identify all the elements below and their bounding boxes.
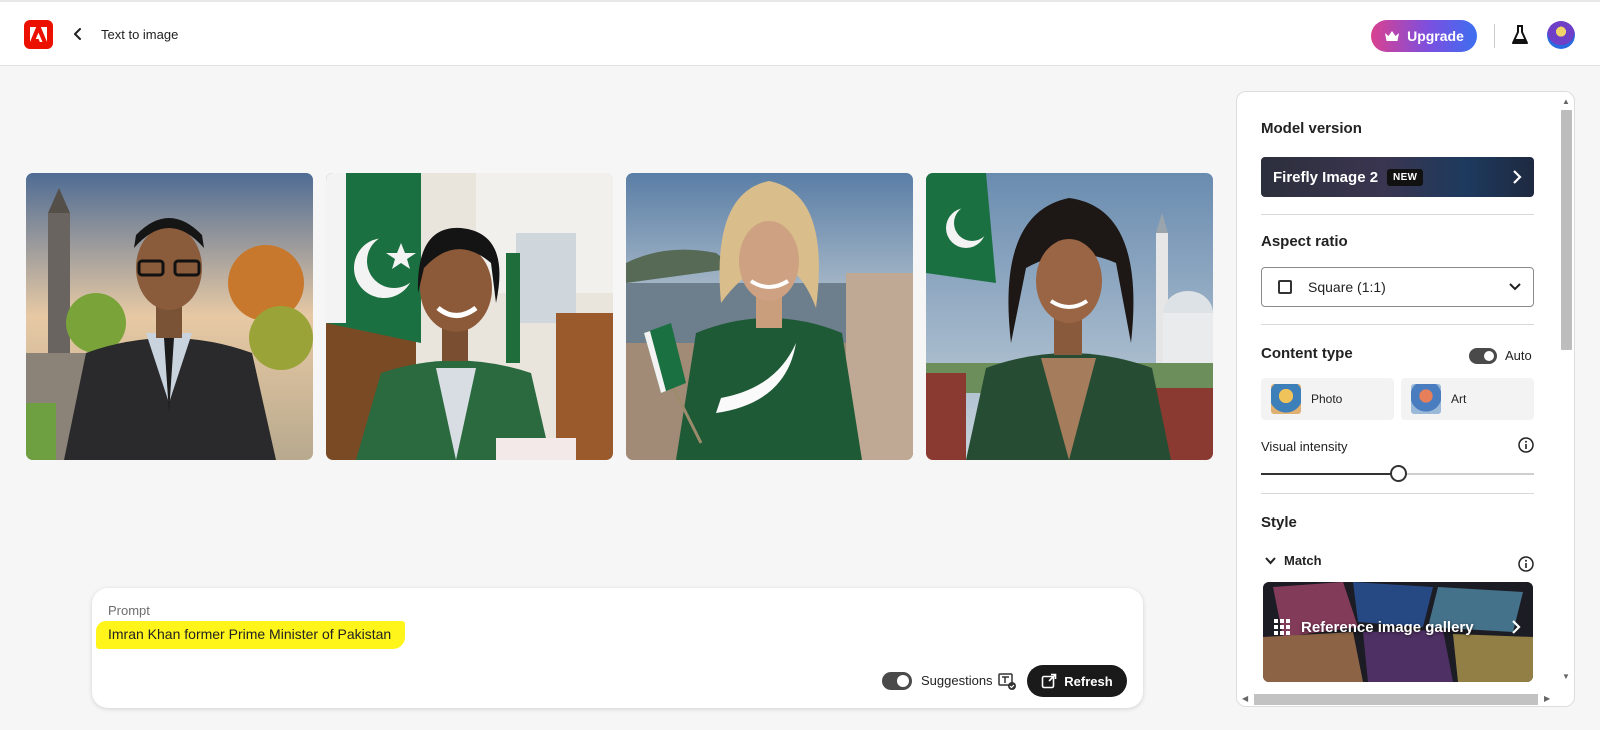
chevron-down-icon	[1509, 283, 1521, 291]
settings-panel: Model version Firefly Image 2 NEW Aspect…	[1236, 91, 1575, 707]
model-version-title: Model version	[1261, 120, 1362, 137]
info-icon[interactable]	[1518, 437, 1534, 453]
content-type-label: Art	[1451, 392, 1467, 406]
aspect-ratio-value: Square (1:1)	[1308, 279, 1386, 295]
prompt-settings-icon[interactable]	[997, 671, 1017, 691]
model-name: Firefly Image 2	[1273, 168, 1379, 186]
aspect-ratio-title: Aspect ratio	[1261, 233, 1348, 250]
scroll-right-icon[interactable]: ▶	[1544, 694, 1550, 703]
square-icon	[1278, 280, 1292, 294]
content-type-title: Content type	[1261, 345, 1353, 362]
prompt-label: Prompt	[108, 603, 150, 618]
chevron-down-icon	[1265, 556, 1276, 564]
aspect-ratio-dropdown[interactable]: Square (1:1)	[1261, 267, 1534, 307]
panel-vertical-scrollbar[interactable]: ▲ ▼	[1560, 97, 1573, 682]
divider	[1261, 214, 1534, 215]
generated-image-2[interactable]	[326, 173, 613, 460]
scroll-down-icon[interactable]: ▼	[1562, 672, 1570, 681]
content-type-label: Photo	[1311, 392, 1343, 406]
scroll-left-icon[interactable]: ◀	[1242, 694, 1248, 703]
generated-image-1[interactable]	[26, 173, 313, 460]
scroll-up-icon[interactable]: ▲	[1562, 97, 1570, 106]
chevron-right-icon	[1513, 170, 1522, 184]
content-type-art[interactable]: Art	[1401, 378, 1534, 420]
scroll-thumb[interactable]	[1561, 110, 1572, 350]
art-thumbnail	[1411, 384, 1441, 414]
flask-icon[interactable]	[1510, 24, 1530, 46]
auto-toggle[interactable]	[1469, 348, 1497, 364]
prompt-input[interactable]: Imran Khan former Prime Minister of Paki…	[96, 621, 406, 649]
generated-image-4[interactable]	[926, 173, 1213, 460]
suggestions-label: Suggestions	[921, 673, 993, 688]
divider	[1261, 324, 1534, 325]
upgrade-label: Upgrade	[1407, 28, 1464, 44]
divider	[1261, 493, 1534, 494]
style-title: Style	[1261, 514, 1297, 531]
header-divider	[1494, 24, 1495, 48]
reference-image-gallery[interactable]: Reference image gallery	[1263, 582, 1533, 682]
user-avatar[interactable]	[1547, 21, 1575, 49]
match-label: Match	[1284, 553, 1322, 568]
refresh-icon	[1041, 673, 1057, 689]
adobe-logo-icon[interactable]	[24, 20, 53, 49]
content-type-photo[interactable]: Photo	[1261, 378, 1394, 420]
generated-image-3[interactable]	[626, 173, 913, 460]
top-header: Text to image Upgrade	[0, 0, 1600, 66]
chevron-left-icon[interactable]	[68, 24, 88, 44]
visual-intensity-label: Visual intensity	[1261, 439, 1348, 454]
slider-thumb[interactable]	[1389, 465, 1407, 482]
suggestions-toggle[interactable]	[882, 672, 912, 690]
page-title: Text to image	[101, 27, 179, 42]
refresh-button[interactable]: Refresh	[1027, 665, 1127, 697]
match-section-toggle[interactable]: Match	[1265, 553, 1322, 568]
slider-fill	[1261, 473, 1398, 475]
info-icon[interactable]	[1518, 556, 1534, 572]
grid-icon	[1274, 619, 1290, 635]
gallery-label: Reference image gallery	[1301, 618, 1474, 636]
photo-thumbnail	[1271, 384, 1301, 414]
scroll-thumb[interactable]	[1254, 694, 1538, 705]
visual-intensity-slider[interactable]	[1261, 465, 1534, 482]
chevron-right-icon	[1512, 620, 1521, 634]
crown-icon	[1385, 31, 1400, 41]
auto-label: Auto	[1505, 348, 1532, 363]
prompt-box: Prompt Imran Khan former Prime Minister …	[92, 588, 1143, 708]
refresh-label: Refresh	[1064, 673, 1113, 689]
upgrade-button[interactable]: Upgrade	[1371, 20, 1477, 52]
new-badge: NEW	[1387, 168, 1424, 186]
panel-horizontal-scrollbar[interactable]: ◀ ▶	[1240, 692, 1558, 706]
model-version-selector[interactable]: Firefly Image 2 NEW	[1261, 157, 1534, 197]
